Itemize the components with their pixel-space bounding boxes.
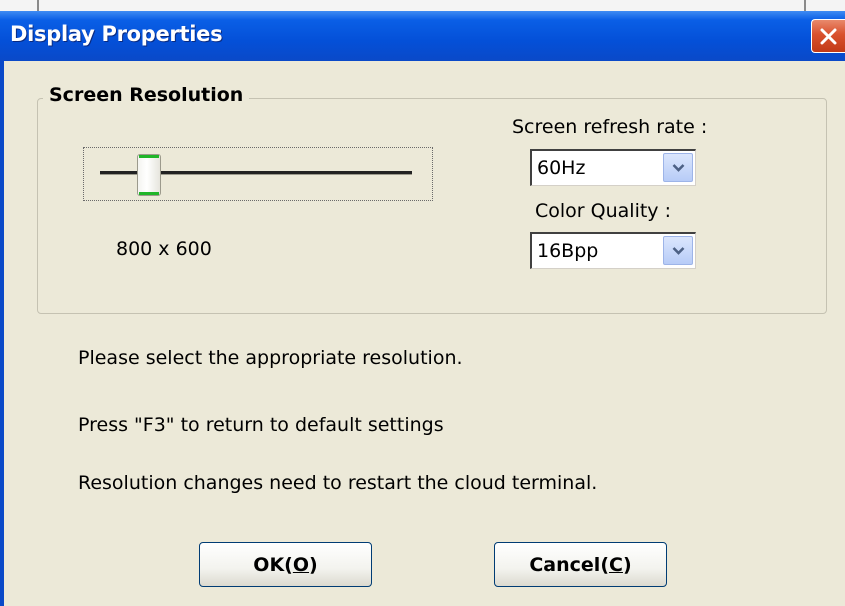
color-quality-label: Color Quality : [535,200,671,222]
color-quality-select[interactable]: 16Bpp [530,232,696,269]
reset-hint-text: Press "F3" to return to default settings [78,414,444,436]
ok-accelerator-key: O [292,553,310,576]
window-title: Display Properties [10,22,223,46]
color-quality-dropdown-button[interactable] [663,236,693,265]
restart-note-text: Resolution changes need to restart the c… [78,472,598,494]
ok-button[interactable]: OK(O) [199,542,372,587]
slider-thumb[interactable] [137,154,161,196]
ok-label-suffix: ) [309,553,318,576]
thumb-cap [139,155,159,158]
refresh-rate-label: Screen refresh rate : [512,116,708,138]
refresh-rate-select[interactable]: 60Hz [530,149,696,186]
cancel-label-suffix: ) [622,553,632,576]
chevron-down-icon [672,247,685,255]
strip-tick [37,0,39,11]
screen-resolution-group [37,98,827,314]
refresh-rate-dropdown-button[interactable] [663,153,693,182]
close-button[interactable] [811,19,845,53]
group-legend: Screen Resolution [43,84,250,106]
chevron-down-icon [672,164,685,172]
resolution-slider[interactable] [83,147,433,201]
window-border [0,61,4,606]
refresh-rate-value: 60Hz [537,157,586,179]
top-strip [0,0,845,11]
thumb-cap [139,192,159,195]
close-x-icon [820,28,837,45]
dialog-window: Display Properties Screen Resolution 800… [0,0,845,606]
cancel-accelerator-key: C [609,553,623,576]
strip-tick [804,0,806,11]
ok-label-prefix: OK( [253,553,293,576]
resolution-value: 800 x 600 [116,238,212,260]
color-quality-value: 16Bpp [537,240,599,262]
cancel-button[interactable]: Cancel(C) [494,542,667,587]
instruction-text: Please select the appropriate resolution… [78,347,463,369]
cancel-label-prefix: Cancel( [529,553,609,576]
